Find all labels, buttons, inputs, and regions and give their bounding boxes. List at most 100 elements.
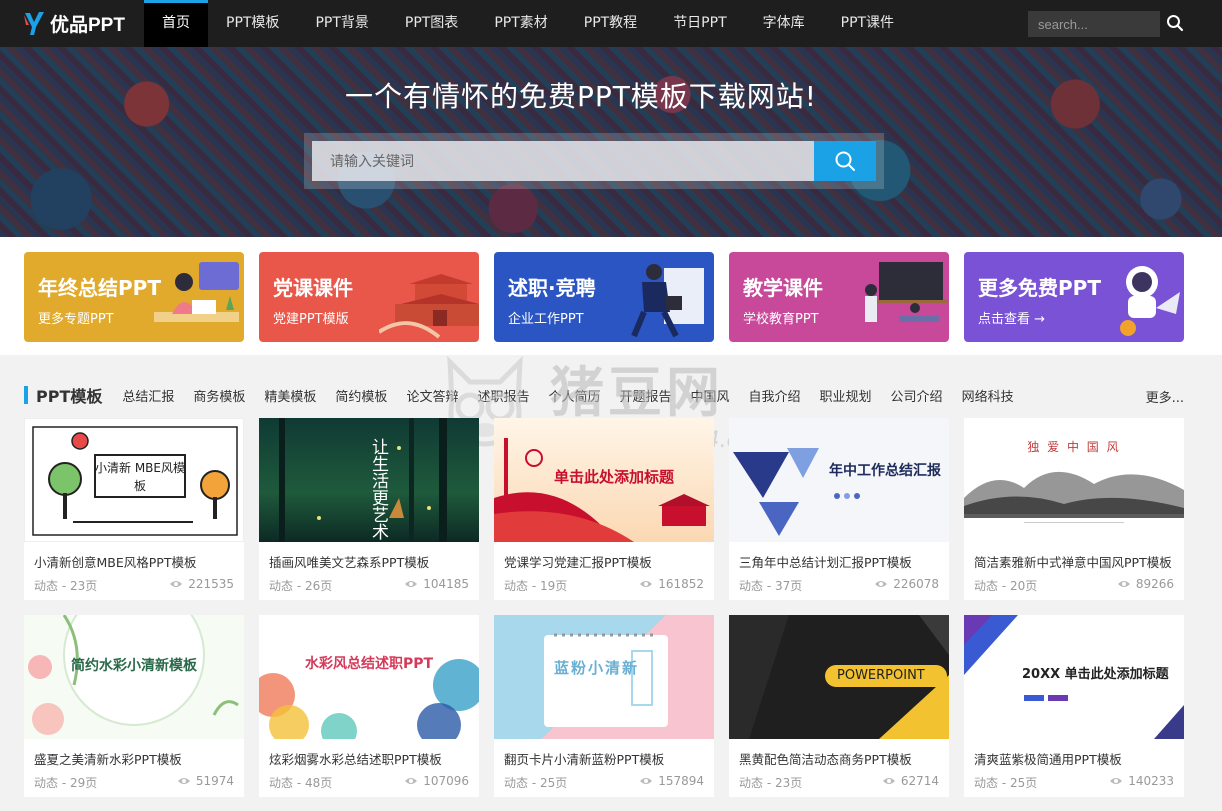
tab-debriefing[interactable]: 述职报告 — [477, 386, 529, 405]
card-meta: 动态 - 29页 — [34, 776, 98, 790]
template-card[interactable]: 年中工作总结汇报 三角年中总结计划汇报PPT模板 动态 - 37页 226078 — [729, 418, 949, 600]
card-title[interactable]: 盛夏之美清新水彩PPT模板 — [34, 749, 238, 768]
template-card[interactable]: 蓝粉小清新 翻页卡片小清新蓝粉PPT模板 动态 - 25页 157894 — [494, 615, 714, 797]
tab-summary-report[interactable]: 总结汇报 — [122, 386, 174, 405]
view-count: 89266 — [1135, 577, 1174, 591]
thumbnail-text: POWERPOINT — [837, 668, 925, 683]
card-title[interactable]: 炫彩烟雾水彩总结述职PPT模板 — [269, 749, 473, 768]
view-count: 62714 — [900, 774, 939, 788]
tab-company-intro[interactable]: 公司介绍 — [891, 386, 943, 405]
eye-icon — [875, 581, 888, 587]
search-icon[interactable] — [1166, 14, 1184, 32]
card-meta: 动态 - 19页 — [504, 579, 568, 593]
card-views: 62714 — [882, 774, 939, 788]
card-meta: 动态 - 48页 — [269, 776, 333, 790]
main-nav: 首页 PPT模板 PPT背景 PPT图表 PPT素材 PPT教程 节日PPT 字… — [144, 0, 912, 47]
banner-party-courseware[interactable]: 党课课件 党建PPT模版 — [259, 252, 479, 342]
banner-year-end-summary[interactable]: 年终总结PPT 更多专题PPT — [24, 252, 244, 342]
card-title[interactable]: 清爽蓝紫极简通用PPT模板 — [974, 749, 1178, 768]
card-title[interactable]: 简洁素雅新中式禅意中国风PPT模板 — [974, 552, 1178, 571]
template-card[interactable]: 20XX 单击此处添加标题 清爽蓝紫极简通用PPT模板 动态 - 25页 140… — [964, 615, 1184, 797]
thumbnail-text: 20XX 单击此处添加标题 — [1022, 667, 1169, 682]
card-title[interactable]: 黑黄配色简洁动态商务PPT模板 — [739, 749, 943, 768]
card-views: 140233 — [1109, 774, 1174, 788]
topic-banners: 年终总结PPT 更多专题PPT 党课课件 党建PPT模版 述职·竞聘 企业工作P… — [0, 237, 1222, 355]
banner-subtitle: 党建PPT模版 — [273, 312, 349, 327]
banner-subtitle: 更多专题PPT — [38, 312, 114, 327]
card-meta: 动态 - 20页 — [974, 579, 1038, 593]
eye-icon — [170, 581, 183, 587]
nav-item-ppt-materials[interactable]: PPT素材 — [476, 0, 565, 47]
template-card[interactable]: 小清新 MBE风模板 小清新创意MBE风格PPT模板 动态 - 23页 2215… — [24, 418, 244, 600]
eye-icon — [405, 581, 418, 587]
template-card[interactable]: POWERPOINT 黑黄配色简洁动态商务PPT模板 动态 - 23页 6271… — [729, 615, 949, 797]
tab-career-plan[interactable]: 职业规划 — [820, 386, 872, 405]
thumbnail-text: 独 爱 中 国 风 — [1027, 440, 1121, 454]
section-tabs: 总结汇报 商务模板 精美模板 简约模板 论文答辩 述职报告 个人简历 开题报告 … — [122, 386, 1032, 405]
tab-proposal[interactable]: 开题报告 — [619, 386, 671, 405]
card-thumbnail: 独 爱 中 国 风 — [964, 418, 1184, 542]
tab-self-intro[interactable]: 自我介绍 — [749, 386, 801, 405]
tab-simple[interactable]: 简约模板 — [335, 386, 387, 405]
card-title[interactable]: 三角年中总结计划汇报PPT模板 — [739, 552, 943, 571]
card-title[interactable]: 党课学习党建汇报PPT模板 — [504, 552, 708, 571]
card-thumbnail: 20XX 单击此处添加标题 — [964, 615, 1184, 739]
hero-title: 一个有情怀的免费PPT模板下载网站! — [344, 80, 818, 113]
card-views: 107096 — [404, 774, 469, 788]
site-logo[interactable]: 优品PPT — [22, 8, 125, 38]
section-accent-bar — [24, 386, 28, 404]
tab-resume[interactable]: 个人简历 — [548, 386, 600, 405]
ppt-template-section-header: PPT模板 总结汇报 商务模板 精美模板 简约模板 论文答辩 述职报告 个人简历… — [24, 380, 1184, 410]
top-navbar: 优品PPT 首页 PPT模板 PPT背景 PPT图表 PPT素材 PPT教程 节… — [0, 0, 1222, 47]
watercolor-thumbnail — [28, 615, 239, 735]
banner-more-free-ppt[interactable]: 更多免费PPT 点击查看 → — [964, 252, 1184, 342]
search-icon — [835, 151, 855, 171]
nav-item-holiday-ppt[interactable]: 节日PPT — [655, 0, 744, 47]
nav-item-home[interactable]: 首页 — [144, 0, 208, 47]
banner-subtitle: 学校教育PPT — [743, 312, 819, 327]
nav-item-fonts[interactable]: 字体库 — [745, 0, 823, 47]
view-count: 226078 — [893, 577, 939, 591]
tab-business[interactable]: 商务模板 — [193, 386, 245, 405]
tab-tech[interactable]: 网络科技 — [962, 386, 1014, 405]
hero-search-button[interactable] — [814, 141, 876, 181]
nav-item-ppt-courseware[interactable]: PPT课件 — [823, 0, 912, 47]
card-thumbnail: POWERPOINT — [729, 615, 949, 739]
banner-title: 年终总结PPT — [38, 276, 161, 300]
nav-item-ppt-tutorials[interactable]: PPT教程 — [566, 0, 655, 47]
nav-search-input[interactable] — [1028, 11, 1160, 37]
template-card[interactable]: 水彩风总结述职PPT 炫彩烟雾水彩总结述职PPT模板 动态 - 48页 1070… — [259, 615, 479, 797]
tiananmen-illustration — [379, 274, 479, 339]
card-title[interactable]: 小清新创意MBE风格PPT模板 — [34, 552, 238, 571]
nav-item-ppt-templates[interactable]: PPT模板 — [208, 0, 297, 47]
nav-item-ppt-charts[interactable]: PPT图表 — [387, 0, 476, 47]
template-card[interactable]: 简约水彩小清新模板 盛夏之美清新水彩PPT模板 动态 - 29页 51974 — [24, 615, 244, 797]
banner-teaching-courseware[interactable]: 教学课件 学校教育PPT — [729, 252, 949, 342]
card-title[interactable]: 翻页卡片小清新蓝粉PPT模板 — [504, 749, 708, 768]
tab-thesis-defense[interactable]: 论文答辩 — [406, 386, 458, 405]
banner-debriefing[interactable]: 述职·竞聘 企业工作PPT — [494, 252, 714, 342]
view-count: 221535 — [188, 577, 234, 591]
more-link[interactable]: 更多... — [1146, 387, 1184, 406]
astronaut-illustration — [1120, 266, 1180, 336]
template-card[interactable]: 让生活更艺术 插画风唯美文艺森系PPT模板 动态 - 26页 104185 — [259, 418, 479, 600]
hero-search-box — [304, 133, 884, 189]
card-thumbnail: 蓝粉小清新 — [494, 615, 714, 739]
nav-item-ppt-backgrounds[interactable]: PPT背景 — [297, 0, 386, 47]
tab-chinese-style[interactable]: 中国风 — [691, 386, 730, 405]
tab-exquisite[interactable]: 精美模板 — [264, 386, 316, 405]
eye-icon — [1110, 778, 1123, 784]
card-views: 226078 — [874, 577, 939, 591]
banner-title: 党课课件 — [273, 276, 353, 300]
card-title[interactable]: 插画风唯美文艺森系PPT模板 — [269, 552, 473, 571]
template-card[interactable]: 单击此处添加标题 党课学习党建汇报PPT模板 动态 - 19页 161852 — [494, 418, 714, 600]
card-meta: 动态 - 25页 — [974, 776, 1038, 790]
hero-search-input[interactable] — [312, 141, 814, 181]
card-views: 157894 — [639, 774, 704, 788]
logo-text: 优品PPT — [50, 14, 125, 36]
card-meta: 动态 - 25页 — [504, 776, 568, 790]
eye-icon — [177, 778, 190, 784]
eye-icon — [1117, 581, 1130, 587]
template-card[interactable]: 独 爱 中 国 风 简洁素雅新中式禅意中国风PPT模板 动态 - 20页 892… — [964, 418, 1184, 600]
card-thumbnail: 单击此处添加标题 — [494, 418, 714, 542]
